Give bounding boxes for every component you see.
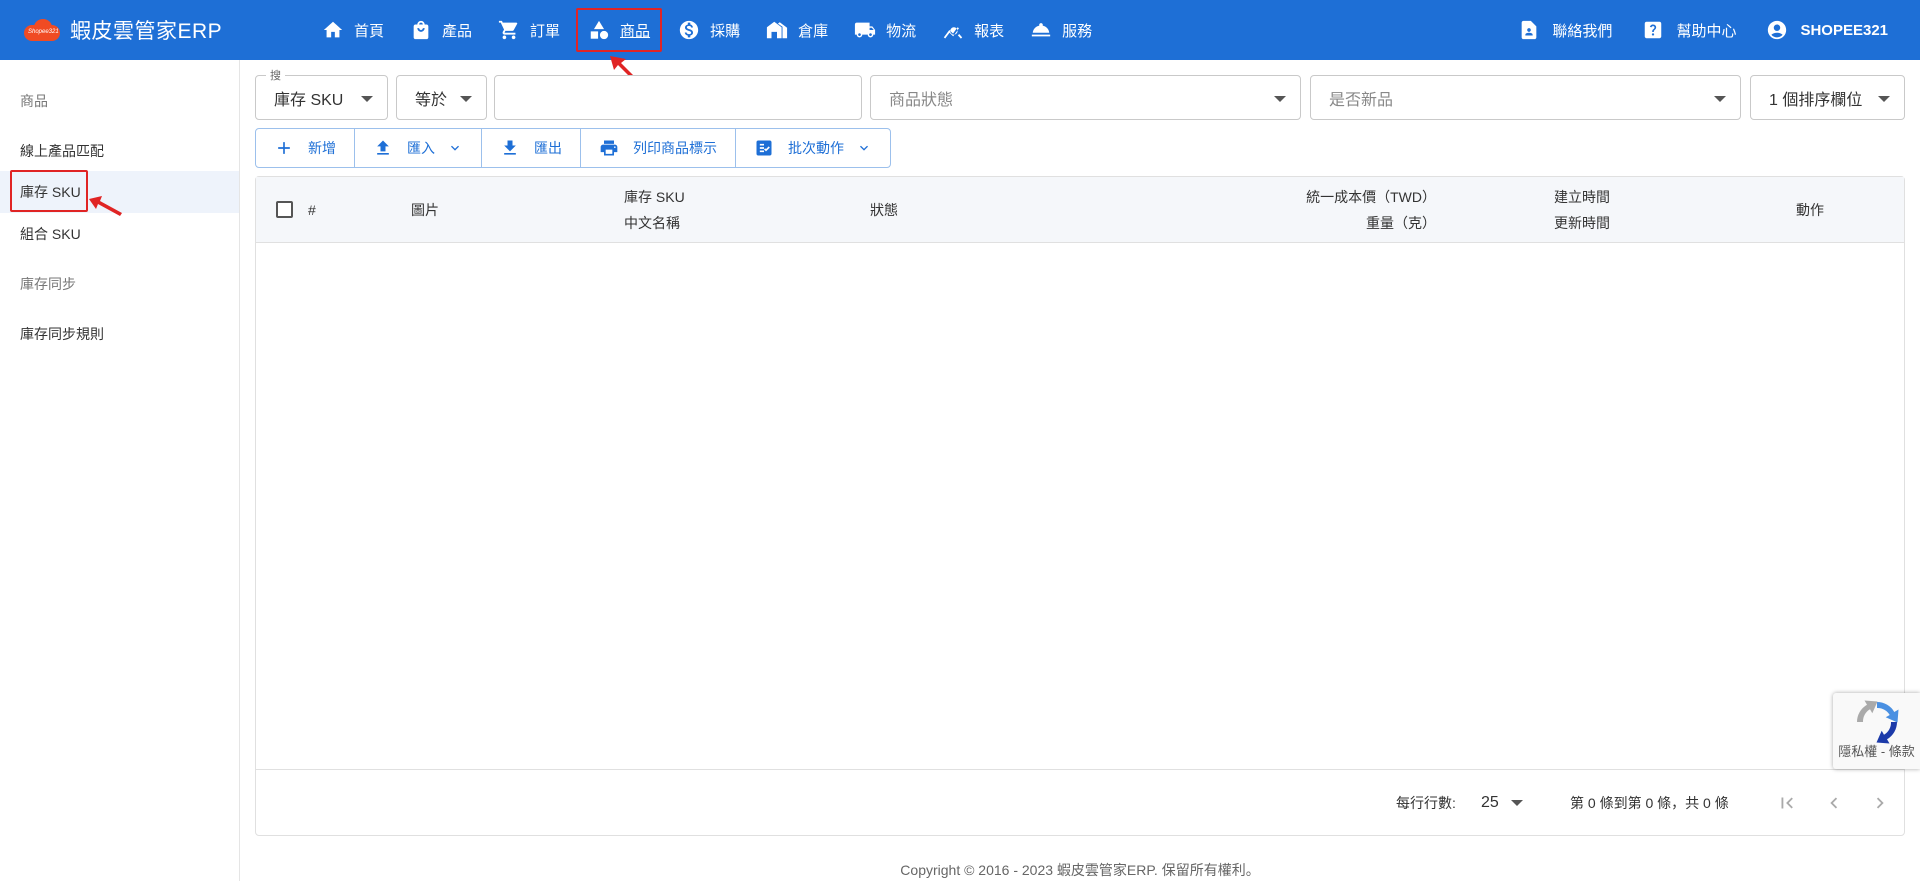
nav-item-logistics[interactable]: 物流: [844, 7, 926, 53]
nav-item-merchandise[interactable]: 商品: [576, 8, 663, 52]
nav-item-purchasing[interactable]: 採購: [668, 7, 750, 53]
add-button[interactable]: 新增: [256, 129, 355, 167]
sidebar-item-online-match[interactable]: 線上產品匹配: [20, 141, 104, 161]
col-weight: 重量（克）: [1366, 215, 1436, 231]
caret-down-icon: [361, 96, 373, 102]
caret-down-icon: [1714, 96, 1726, 102]
export-button[interactable]: 匯出: [482, 129, 581, 167]
brand-name: 蝦皮雲管家ERP: [70, 20, 223, 43]
table-pagination: 每行行數: 25 第 0 條到第 0 條，共 0 條: [256, 769, 1904, 835]
first-page-button[interactable]: [1776, 770, 1798, 836]
is-new-select[interactable]: 是否新品: [1310, 75, 1741, 120]
nav-item-services[interactable]: 服務: [1020, 7, 1102, 53]
contact-card-icon: [1522, 20, 1537, 40]
chevron-down-icon: [451, 145, 459, 151]
brand-logo: Shopee321: [22, 17, 62, 43]
sidebar-item-bundle-sku[interactable]: 組合 SKU: [20, 224, 81, 244]
col-sku[interactable]: 庫存 SKU: [624, 184, 685, 210]
home-icon: [323, 21, 343, 38]
dollar-icon: [679, 20, 699, 40]
nav-item-home[interactable]: 首頁: [312, 7, 394, 53]
recaptcha-icon: [1857, 700, 1899, 744]
col-status: 狀態: [870, 202, 898, 218]
prev-page-button[interactable]: [1823, 770, 1845, 836]
caret-down-icon: [1878, 96, 1890, 102]
chevron-down-icon: [860, 145, 868, 151]
printer-icon: [600, 140, 618, 156]
select-all-checkbox[interactable]: [276, 201, 293, 218]
top-navbar: Shopee321 蝦皮雲管家ERP 首頁 產品 訂單 商品 採購 倉庫 物流 …: [0, 0, 1920, 60]
account-circle-icon: [1768, 20, 1787, 40]
nav-item-reports[interactable]: 報表: [932, 7, 1014, 53]
nav-item-warehouse[interactable]: 倉庫: [756, 7, 838, 53]
service-bell-icon: [1031, 23, 1051, 37]
download-icon: [504, 140, 516, 155]
next-page-button[interactable]: [1869, 770, 1891, 836]
col-action: 動作: [1796, 202, 1824, 218]
search-legend: 搜: [266, 67, 285, 83]
first-page-icon: [1781, 797, 1793, 809]
sidebar-header-stock-sync: 庫存同步: [20, 276, 76, 292]
annotation-arrow-sidebar: [89, 196, 122, 216]
col-cost[interactable]: 統一成本價（TWD）: [1256, 184, 1436, 210]
operator-select[interactable]: 等於: [396, 75, 487, 120]
brand[interactable]: Shopee321 蝦皮雲管家ERP: [22, 14, 222, 46]
right-nav: 聯絡我們 幫助中心 SHOPEE321: [1488, 0, 1888, 60]
sidebar-header-merchandise: 商品: [20, 93, 48, 109]
batch-actions-button[interactable]: 批次動作: [736, 129, 890, 167]
checklist-icon: [756, 140, 772, 156]
cart-icon: [498, 20, 518, 40]
col-index: #: [308, 202, 316, 218]
sidebar: 商品 線上產品匹配 庫存 SKU 組合 SKU 庫存同步 庫存同步規則: [0, 60, 240, 881]
rows-per-page-select[interactable]: 25: [1481, 770, 1523, 836]
caret-down-icon: [1510, 800, 1523, 806]
user-menu[interactable]: SHOPEE321: [1766, 19, 1888, 41]
rows-per-page-label: 每行行數:: [1396, 795, 1456, 811]
recaptcha-links[interactable]: 隱私權 - 條款: [1833, 745, 1920, 759]
main-nav: 首頁 產品 訂單 商品 採購 倉庫 物流 報表 服務: [312, 0, 1108, 60]
col-created[interactable]: 建立時間: [1554, 184, 1610, 210]
col-updated: 更新時間: [1554, 215, 1610, 231]
caret-down-icon: [460, 96, 472, 102]
sidebar-item-stock-sync-rules[interactable]: 庫存同步規則: [20, 324, 104, 344]
nav-item-orders[interactable]: 訂單: [488, 7, 570, 53]
contact-us-link[interactable]: 聯絡我們: [1518, 19, 1612, 41]
search-input[interactable]: [494, 75, 862, 120]
help-icon: [1645, 21, 1662, 39]
chevron-left-icon: [1830, 797, 1838, 809]
sort-select[interactable]: 1 個排序欄位: [1750, 75, 1905, 120]
action-toolbar: 新增 匯入 匯出 列印商品標示 批次動作: [255, 128, 891, 168]
plus-icon: [278, 142, 290, 154]
status-select[interactable]: 商品狀態: [870, 75, 1301, 120]
truck-icon: [855, 22, 876, 38]
chevron-right-icon: [1876, 797, 1884, 809]
sku-table: # 圖片 庫存 SKU 中文名稱 狀態 統一成本價（TWD） 重量（克） 建立時…: [255, 176, 1905, 836]
caret-down-icon: [1274, 96, 1286, 102]
col-name: 中文名稱: [624, 215, 680, 231]
footer-copyright: Copyright © 2016 - 2023 蝦皮雲管家ERP. 保留所有權利…: [900, 862, 1260, 878]
help-center-link[interactable]: 幫助中心: [1642, 19, 1736, 41]
annotation-box-inventory-sku: [10, 170, 88, 212]
shapes-icon: [590, 20, 609, 40]
table-header: # 圖片 庫存 SKU 中文名稱 狀態 統一成本價（TWD） 重量（克） 建立時…: [256, 177, 1904, 243]
upload-icon: [377, 140, 389, 155]
import-button[interactable]: 匯入: [355, 129, 482, 167]
col-image: 圖片: [411, 202, 439, 218]
search-field-select[interactable]: 搜 庫存 SKU: [255, 67, 388, 120]
chart-search-icon: [943, 27, 963, 39]
shopping-bag-icon: [413, 20, 429, 40]
nav-item-products[interactable]: 產品: [400, 7, 482, 53]
warehouse-icon: [766, 21, 788, 39]
print-labels-button[interactable]: 列印商品標示: [581, 129, 736, 167]
pagination-range: 第 0 條到第 0 條，共 0 條: [1570, 795, 1729, 811]
recaptcha-badge[interactable]: 隱私權 - 條款: [1833, 693, 1920, 769]
